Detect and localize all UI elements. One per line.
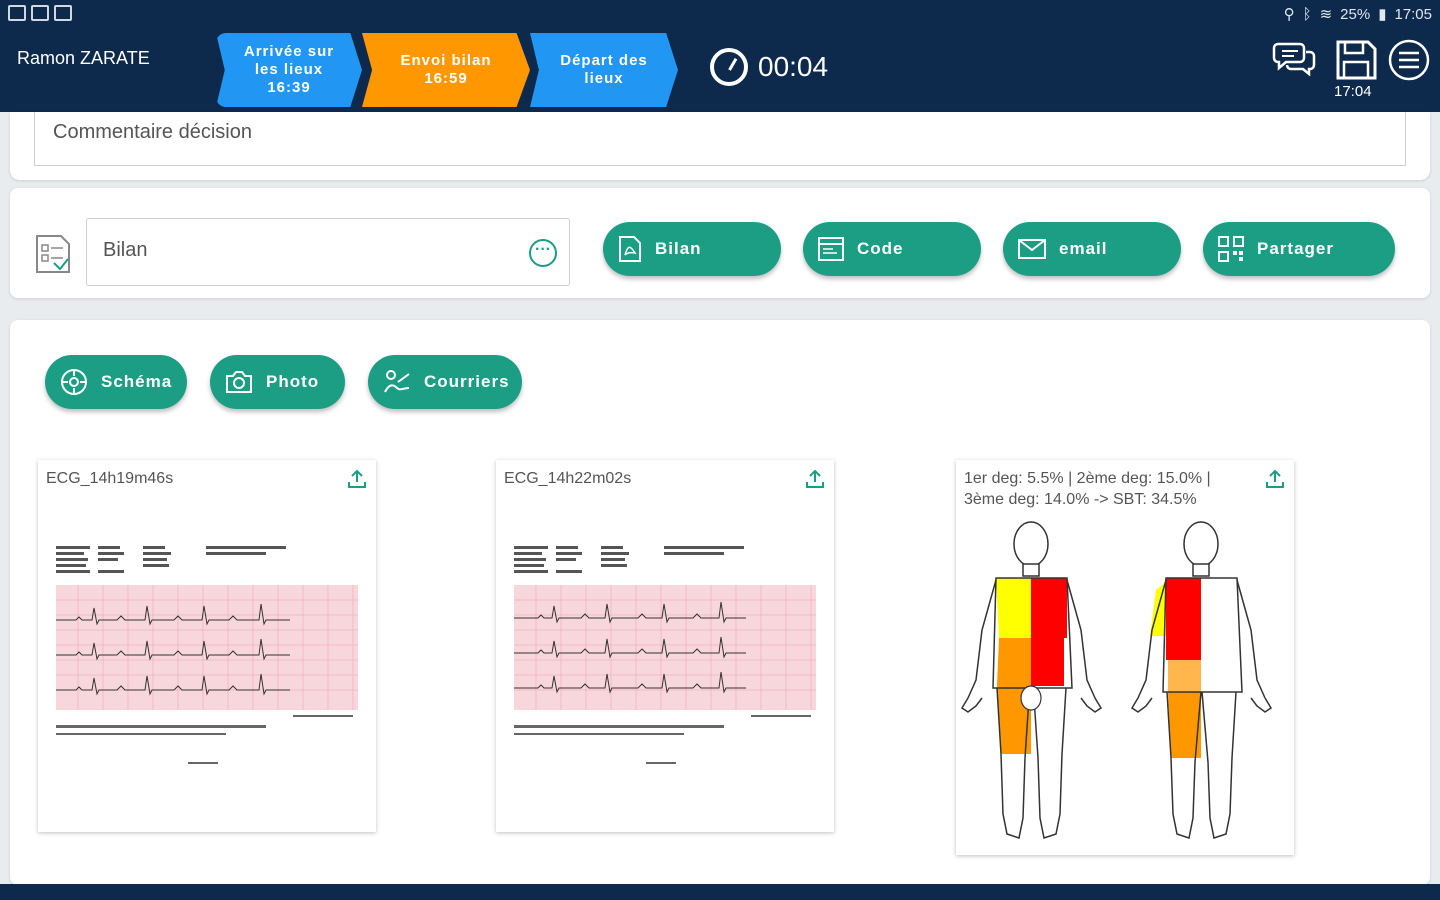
step-send-report-label: Envoi bilan	[400, 52, 492, 69]
more-options-icon[interactable]: ···	[529, 239, 557, 267]
step-send-report[interactable]: Envoi bilan 16:59	[362, 33, 530, 107]
letters-button[interactable]: Courriers	[368, 355, 522, 409]
pdf-icon	[619, 236, 641, 262]
save-icon[interactable]	[1334, 38, 1378, 82]
schema-label: Schéma	[101, 372, 173, 391]
location-icon: ⚲	[1283, 6, 1295, 23]
clock-time: 17:05	[1394, 5, 1432, 23]
burn-summary: 1er deg: 5.5% | 2ème deg: 15.0% | 3ème d…	[964, 468, 1211, 510]
image-icon	[31, 5, 49, 21]
upload-icon[interactable]	[346, 468, 368, 490]
media-card: Schéma Photo Courriers ECG_14h19m46s ECG…	[10, 320, 1430, 885]
elapsed-timer: 00:04	[710, 48, 828, 86]
chat-icon[interactable]	[1272, 40, 1316, 76]
notification-icons	[8, 5, 72, 21]
schema-icon	[61, 369, 87, 395]
qr-icon	[1218, 236, 1244, 262]
ecg-trace-image	[514, 546, 816, 764]
step-send-report-time: 16:59	[424, 70, 468, 87]
app-header: Ramon ZARATE Arrivée sur les lieux 16:39…	[0, 28, 1440, 112]
patient-name: Ramon ZARATE	[17, 48, 150, 68]
report-card: Bilan ··· Bilan Code email Partager	[10, 188, 1430, 298]
burn-summary-line-1: 1er deg: 5.5% | 2ème deg: 15.0% |	[964, 470, 1211, 487]
code-button[interactable]: Code	[803, 222, 981, 276]
step-departure[interactable]: Départ des lieux	[530, 33, 678, 107]
email-icon	[1018, 239, 1046, 259]
back-body-figure	[1130, 521, 1273, 839]
system-info: ⚲ ᛒ ≋ 25% ▮ 17:05	[1283, 5, 1432, 24]
step-arrival-label: Arrivée sur les lieux	[243, 43, 335, 78]
code-icon	[818, 237, 844, 261]
camera-icon	[226, 371, 252, 393]
bottom-bar	[0, 884, 1440, 900]
code-label: Code	[857, 239, 904, 258]
thumbnail-title: ECG_14h22m02s	[504, 470, 632, 487]
battery-level: 25%	[1340, 5, 1371, 23]
burn-summary-line-2: 3ème deg: 14.0% -> SBT: 34.5%	[964, 491, 1197, 508]
upload-icon[interactable]	[804, 468, 826, 490]
body-burn-diagram	[960, 521, 1273, 839]
share-button[interactable]: Partager	[1203, 222, 1395, 276]
report-document-icon	[36, 235, 70, 273]
step-arrival-time: 16:39	[267, 79, 311, 96]
ecg-thumbnail-2[interactable]: ECG_14h22m02s	[496, 460, 834, 832]
schema-button[interactable]: Schéma	[45, 355, 187, 409]
status-bar: ⚲ ᛒ ≋ 25% ▮ 17:05	[0, 0, 1440, 28]
wifi-icon: ≋	[1319, 6, 1333, 23]
photo-button[interactable]: Photo	[210, 355, 345, 409]
letters-label: Courriers	[424, 372, 510, 391]
bilan-pdf-label: Bilan	[655, 239, 702, 258]
decision-card: Commentaire décision	[10, 112, 1430, 180]
thumbnail-title: ECG_14h19m46s	[46, 470, 174, 487]
bluetooth-icon: ᛒ	[1302, 5, 1312, 23]
share-label: Partager	[1257, 239, 1334, 258]
timer-value: 00:04	[758, 51, 829, 82]
report-input[interactable]: Bilan ···	[86, 218, 570, 286]
step-arrival[interactable]: Arrivée sur les lieux 16:39	[216, 33, 362, 107]
upload-icon[interactable]	[1264, 468, 1286, 490]
ecg-trace-image	[56, 546, 358, 764]
menu-icon[interactable]	[1387, 38, 1431, 82]
last-save-time: 17:04	[1334, 83, 1372, 100]
bilan-pdf-button[interactable]: Bilan	[603, 222, 781, 276]
signature-icon	[384, 370, 410, 393]
front-body-figure	[960, 521, 1103, 839]
gallery-icon	[8, 5, 26, 21]
ecg-thumbnail-1[interactable]: ECG_14h19m46s	[38, 460, 376, 832]
photo-label: Photo	[266, 372, 320, 391]
report-input-value: Bilan	[103, 239, 148, 261]
battery-icon: ▮	[1378, 6, 1387, 23]
email-button[interactable]: email	[1003, 222, 1181, 276]
burn-chart-thumbnail[interactable]: 1er deg: 5.5% | 2ème deg: 15.0% | 3ème d…	[956, 460, 1294, 855]
stopwatch-icon	[710, 48, 748, 86]
email-label: email	[1059, 239, 1108, 258]
app-icon	[54, 5, 72, 21]
decision-comment-field[interactable]: Commentaire décision	[34, 112, 1406, 166]
step-departure-label: Départ des lieux	[560, 52, 648, 87]
